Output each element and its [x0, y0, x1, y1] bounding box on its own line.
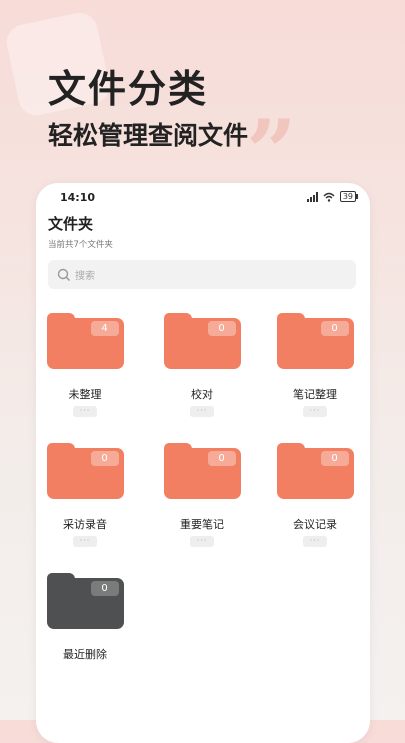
search-input[interactable]: 搜索 [48, 260, 356, 289]
folder-icon: 0 [46, 573, 124, 629]
more-options-button[interactable]: ··· [73, 536, 97, 547]
more-options-button[interactable]: ··· [303, 406, 327, 417]
folder-icon: 0 [163, 313, 241, 369]
page-title: 文件夹 [48, 215, 94, 233]
folder-count-badge: 0 [320, 451, 349, 466]
search-icon [57, 268, 70, 281]
folder-count-badge: 0 [207, 321, 236, 336]
folder-item-meeting-records[interactable]: 0 会议记录 ··· [270, 443, 360, 547]
folder-icon: 0 [276, 443, 354, 499]
folder-count-badge: 4 [90, 321, 119, 336]
folder-item-notes[interactable]: 0 笔记整理 ··· [270, 313, 360, 417]
status-time: 14:10 [60, 191, 96, 204]
folder-item-recently-deleted[interactable]: 0 最近删除 [40, 573, 130, 662]
folder-count-badge: 0 [320, 321, 349, 336]
battery-icon: 39 [339, 191, 359, 202]
folder-label: 重要笔记 [180, 518, 224, 531]
search-placeholder: 搜索 [75, 271, 95, 282]
folder-icon: 0 [276, 313, 354, 369]
folder-label: 未整理 [68, 388, 102, 401]
folder-count-badge: 0 [90, 451, 119, 466]
promo-subline: 轻松管理查阅文件 [48, 121, 249, 150]
folder-label: 会议记录 [293, 518, 337, 531]
folder-count-badge: 0 [207, 451, 236, 466]
signal-icon [306, 191, 318, 202]
more-options-button[interactable]: ··· [190, 406, 214, 417]
folder-item-important-notes[interactable]: 0 重要笔记 ··· [157, 443, 247, 547]
wifi-icon [323, 192, 335, 202]
folder-count-badge: 0 [90, 581, 119, 596]
phone-screen: 14:10 39 文件夹 当前共7个文件夹 搜索 4 未整理 ··· 0 校对 … [36, 183, 370, 743]
promo-headline: 文件分类 [48, 67, 209, 111]
folder-icon: 0 [163, 443, 241, 499]
folder-item-proofread[interactable]: 0 校对 ··· [157, 313, 247, 417]
folder-item-unsorted[interactable]: 4 未整理 ··· [40, 313, 130, 417]
folder-label: 最近删除 [63, 648, 107, 661]
folder-label: 采访录音 [63, 518, 107, 531]
more-options-button[interactable]: ··· [73, 406, 97, 417]
status-icons: 39 [306, 191, 359, 202]
folder-icon: 4 [46, 313, 124, 369]
more-options-button[interactable]: ··· [190, 536, 214, 547]
folder-item-interview-recordings[interactable]: 0 采访录音 ··· [40, 443, 130, 547]
folder-label: 校对 [191, 388, 213, 401]
folder-icon: 0 [46, 443, 124, 499]
folder-count-text: 当前共7个文件夹 [48, 240, 113, 250]
folder-label: 笔记整理 [293, 388, 337, 401]
more-options-button[interactable]: ··· [303, 536, 327, 547]
